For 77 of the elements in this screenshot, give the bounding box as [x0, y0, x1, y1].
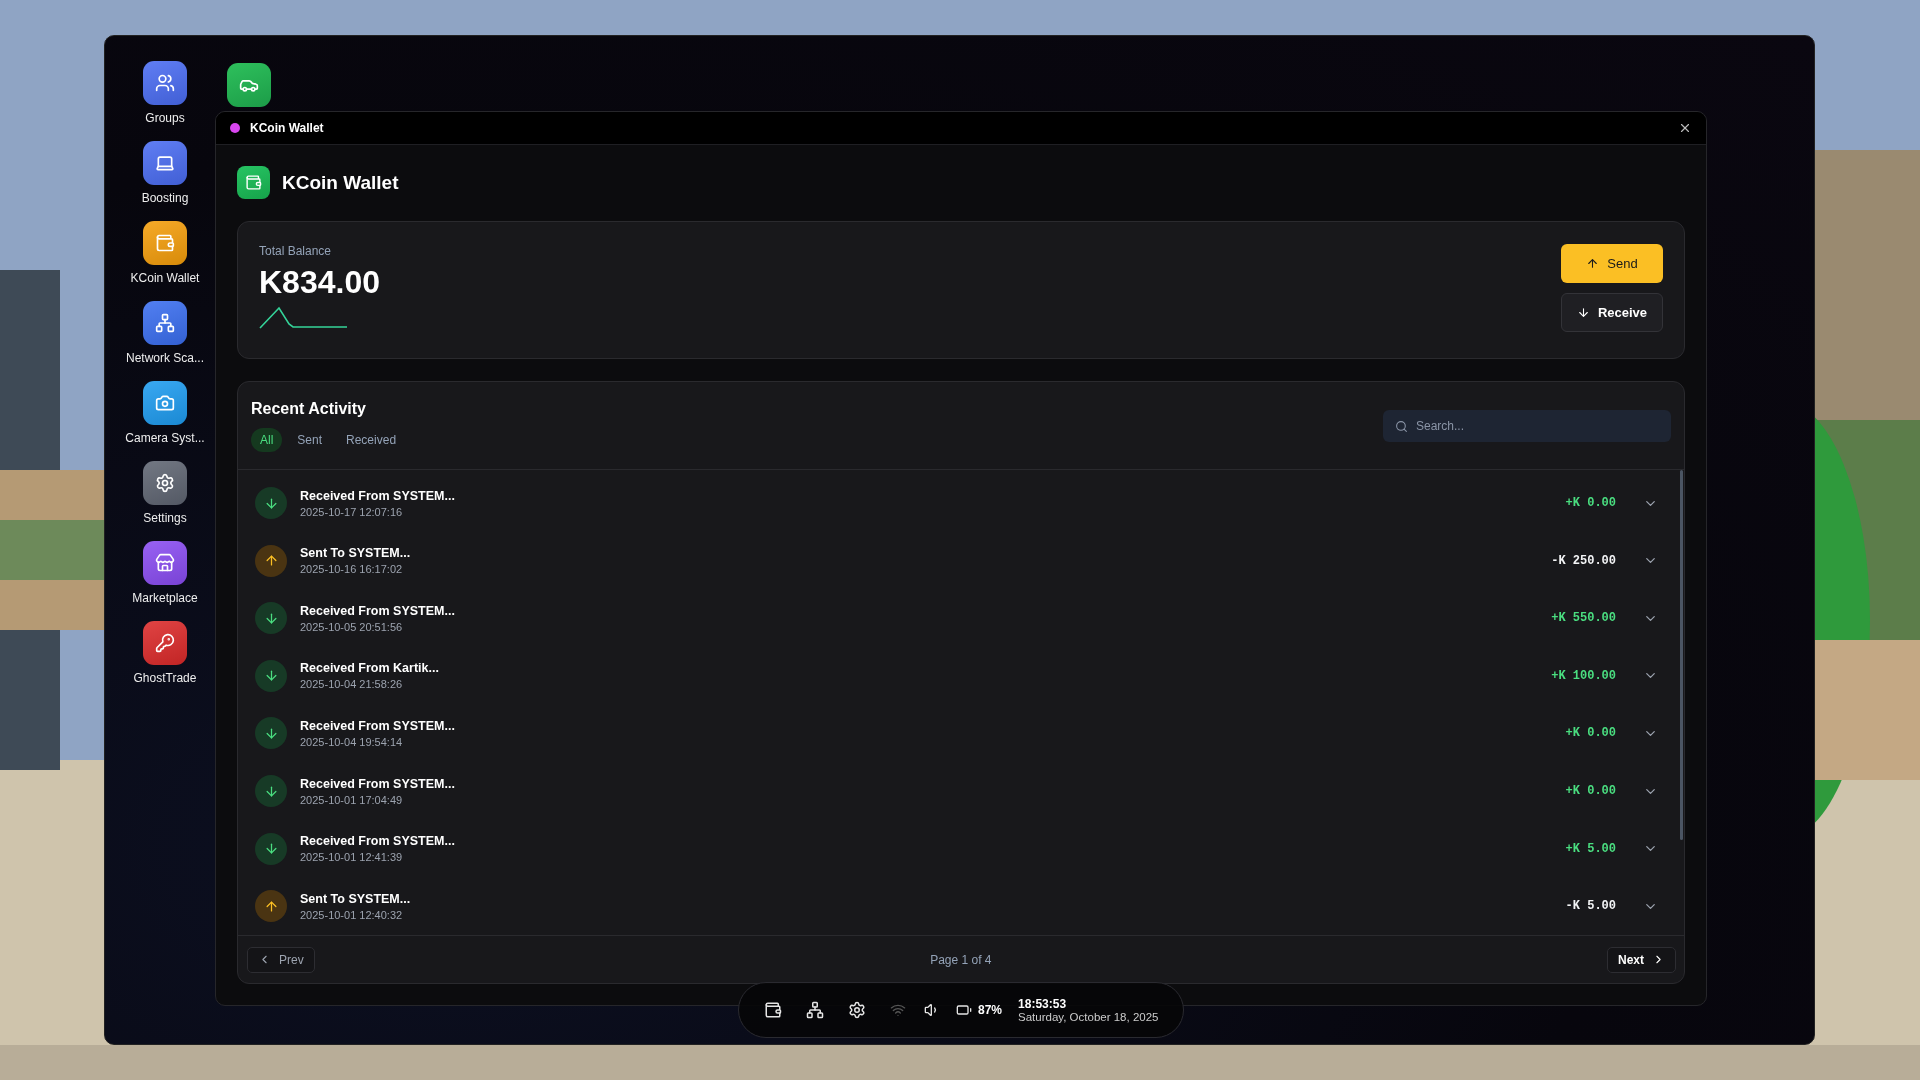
network-icon[interactable] [806, 1001, 824, 1019]
transaction-title: Sent To SYSTEM... [300, 891, 412, 906]
section-title: Recent Activity [251, 400, 367, 419]
arrow-down-icon [255, 602, 287, 635]
prev-button[interactable]: Prev [247, 946, 315, 973]
app-label: KCoin Wallet [130, 271, 200, 285]
receive-button[interactable]: Receive [1561, 293, 1663, 333]
app-label: Marketplace [132, 591, 198, 605]
transaction-amount: +K 100.00 [1551, 668, 1616, 683]
search-field[interactable]: Search... [1383, 410, 1671, 443]
transaction-title: Received From SYSTEM... [300, 718, 456, 733]
transaction-amount: -K 5.00 [1565, 899, 1616, 914]
app-icon[interactable] [143, 301, 187, 345]
transaction-title: Received From SYSTEM... [300, 488, 456, 503]
wifi-icon[interactable] [890, 1002, 906, 1018]
balance-label: Total Balance [259, 244, 333, 259]
filter-tab[interactable]: Sent [288, 428, 332, 453]
transaction-time: 2025-10-05 20:51:56 [300, 620, 404, 633]
transaction-amount: +K 0.00 [1565, 784, 1616, 798]
clock-time: 18:53:53 [1018, 997, 1068, 1011]
transaction-amount: +K 550.00 [1551, 611, 1616, 626]
page-indicator: Page 1 of 4 [930, 952, 992, 967]
arrow-down-icon [255, 832, 287, 865]
clock-date: Saturday, October 18, 2025 [1018, 1011, 1159, 1023]
filter-tab[interactable]: All [251, 428, 283, 453]
transaction-title: Sent To SYSTEM... [300, 546, 412, 561]
battery-level: 87% [978, 1003, 1003, 1017]
arrow-up-icon [255, 544, 287, 577]
app-icon[interactable] [143, 141, 187, 185]
send-button[interactable]: Send [1561, 244, 1663, 284]
transaction-amount: +K 0.00 [1565, 496, 1616, 511]
search-icon [1395, 420, 1408, 434]
wallet-icon [237, 166, 270, 200]
wallet-icon[interactable] [764, 1001, 782, 1019]
app-label: Boosting [141, 191, 189, 205]
app-icon[interactable] [143, 61, 187, 105]
arrow-up-icon [1586, 257, 1600, 271]
app-label: GhostTrade [133, 671, 197, 685]
app-icon[interactable] [143, 461, 187, 505]
filter-tab[interactable]: Received [337, 428, 406, 453]
app-icon[interactable] [143, 621, 187, 665]
arrow-down-icon [255, 775, 287, 807]
window-title: KCoin Wallet [250, 121, 325, 136]
scrollbar-thumb[interactable] [1680, 470, 1683, 841]
transaction-title: Received From SYSTEM... [300, 603, 456, 618]
transaction-amount: -K 250.00 [1551, 553, 1616, 568]
transaction-time: 2025-10-01 12:41:39 [300, 851, 404, 864]
transaction-amount: +K 0.00 [1565, 726, 1616, 741]
page-title: KCoin Wallet [282, 171, 399, 194]
transaction-time: 2025-10-04 21:58:26 [300, 678, 404, 691]
status-dot [230, 123, 240, 134]
balance-amount: K834.00 [259, 264, 380, 301]
transaction-amount: +K 5.00 [1565, 841, 1616, 856]
app-icon[interactable] [143, 541, 187, 585]
arrow-down-icon [255, 659, 287, 692]
app-label: Camera Syst... [125, 431, 205, 445]
transaction-title: Received From Kartik... [300, 661, 440, 676]
arrow-down-icon [1576, 306, 1590, 320]
car-icon[interactable] [227, 63, 271, 107]
settings-icon[interactable] [848, 1001, 866, 1019]
transaction-time: 2025-10-01 17:04:49 [300, 793, 404, 806]
arrow-down-icon [255, 487, 287, 520]
transaction-title: Received From SYSTEM... [300, 834, 456, 849]
transaction-time: 2025-10-16 16:17:02 [300, 563, 404, 576]
transaction-title: Received From SYSTEM... [300, 776, 456, 791]
next-button[interactable]: Next [1607, 946, 1676, 973]
app-label: Network Sca... [126, 351, 204, 365]
arrow-down-icon [255, 717, 287, 750]
arrow-up-icon [255, 890, 287, 923]
transaction-time: 2025-10-01 12:40:32 [300, 908, 404, 921]
app-label: Settings [143, 511, 187, 525]
battery-icon [956, 1002, 972, 1018]
app-icon[interactable] [143, 221, 187, 265]
transaction-time: 2025-10-17 12:07:16 [300, 505, 404, 518]
app-icon[interactable] [143, 381, 187, 425]
transaction-time: 2025-10-04 19:54:14 [300, 735, 404, 748]
app-label: Groups [145, 111, 185, 125]
